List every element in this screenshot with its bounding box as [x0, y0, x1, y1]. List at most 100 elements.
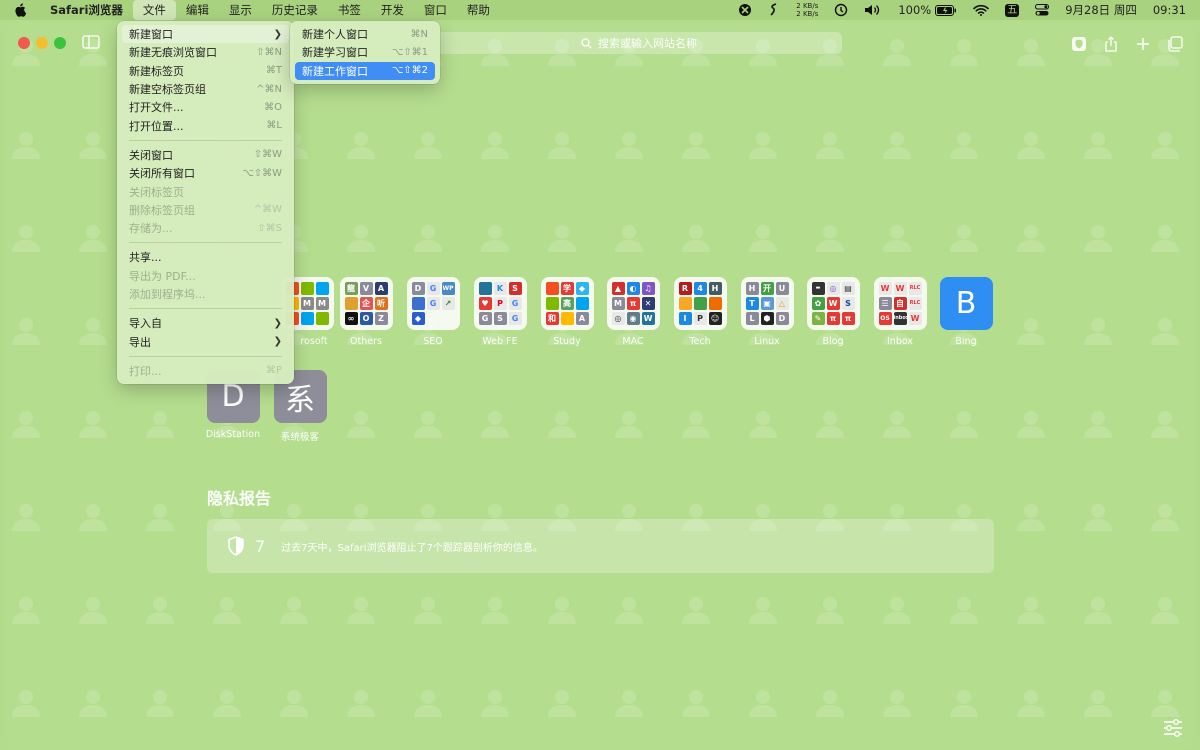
menu-item-new-tab-group[interactable]: 新建空标签页组 ^⌘N	[122, 80, 289, 98]
close-window-button[interactable]	[18, 37, 30, 49]
menu-item-label: 添加到程序坞...	[129, 288, 206, 301]
menu-shortcut: ^⌘W	[253, 204, 282, 216]
favorite-mac[interactable]: ▲ ◐ ♫ Mπ ✕ ◎ ◉ W MAC	[600, 277, 666, 347]
menu-item-share[interactable]: 共享...	[122, 248, 289, 266]
favorite-bing[interactable]: B Bing	[933, 277, 999, 347]
chevron-right-icon: ❯	[273, 317, 282, 329]
menu-bookmarks[interactable]: 书签	[328, 0, 371, 20]
menu-shortcut: ⌥⇧⌘1	[391, 46, 428, 58]
menu-item-export-pdf: 导出为 PDF...	[122, 267, 289, 285]
address-bar[interactable]: 搜索或输入网站名称	[436, 32, 842, 54]
privacy-report-card[interactable]: 7 过去7天中，Safari浏览器阻止了7个跟踪器剖析你的信息。	[207, 519, 994, 573]
favorite-tile: ▬ ◎ ▤ ✿ W S ✎ π π	[806, 277, 860, 330]
menubar-date[interactable]: 9月28日 周四	[1057, 0, 1145, 20]
favorite-linux[interactable]: H开U T ▣ △ L ⬢ D Linux	[734, 277, 800, 347]
menu-item-label: 新建无痕浏览窗口	[129, 46, 217, 60]
favorite-label: MAC	[622, 336, 644, 347]
favorite-seo[interactable]: D G WP G ↗ ◆ SEO	[400, 277, 466, 347]
favorite-web-fe[interactable]: KS ♥ P G GSG Web FE	[467, 277, 533, 347]
menu-item-label: 存储为...	[129, 222, 173, 236]
menu-item-close-window[interactable]: 关闭窗口 ⇧⌘W	[122, 146, 289, 164]
menu-shortcut: ⌥⇧⌘2	[391, 65, 428, 77]
time-machine-icon[interactable]	[826, 0, 856, 20]
battery-status[interactable]: 100%	[890, 0, 965, 20]
menu-item-open-location[interactable]: 打开位置... ⌘L	[122, 116, 289, 134]
menu-item-new-personal-window[interactable]: 新建个人窗口 ⌘N	[295, 25, 435, 43]
favorite-study[interactable]: 学 ◆ 高 和A Study	[534, 277, 600, 347]
privacy-report-title: 隐私报告	[207, 489, 272, 508]
menu-edit[interactable]: 编辑	[176, 0, 219, 20]
minimize-window-button[interactable]	[36, 37, 48, 49]
favorite-label: DiskStation	[205, 429, 261, 440]
favorite-label: Inbox	[887, 336, 913, 347]
window-controls	[18, 37, 66, 49]
menu-item-label: 新建窗口	[129, 28, 173, 42]
menu-history[interactable]: 历史记录	[262, 0, 328, 20]
favorite-label: Tech	[689, 336, 711, 347]
menu-item-close-all-windows[interactable]: 关闭所有窗口 ⌥⇧⌘W	[122, 164, 289, 182]
menu-help[interactable]: 帮助	[457, 0, 500, 20]
tab-overview-icon[interactable]	[1164, 33, 1186, 55]
customize-start-page-icon[interactable]	[1162, 719, 1184, 740]
menu-shortcut: ⌘O	[264, 101, 282, 113]
menu-item-save-as: 存储为... ⇧⌘S	[122, 219, 289, 237]
menubar-time[interactable]: 09:31	[1145, 0, 1186, 20]
menu-window[interactable]: 窗口	[414, 0, 457, 20]
menu-shortcut: ⇧⌘S	[257, 222, 282, 234]
favorite-tile: 学 ◆ 高 和A	[540, 277, 594, 330]
net-download: 2 KB/s	[796, 10, 819, 18]
menu-item-new-work-window[interactable]: 新建工作窗口 ⌥⇧⌘2	[295, 61, 435, 80]
apple-menu-icon[interactable]	[0, 0, 40, 20]
menu-item-label: 导出为 PDF...	[129, 269, 196, 283]
menu-item-label: 打开文件...	[129, 101, 184, 115]
favorite-tile: 龍VA 企听 ∞ O Z	[339, 277, 393, 330]
menu-shortcut: ⇧⌘W	[253, 149, 282, 161]
favorite-tile: R4H I P ☺	[673, 277, 727, 330]
new-tab-icon[interactable]	[1132, 33, 1154, 55]
menu-item-new-study-window[interactable]: 新建学习窗口 ⌥⇧⌘1	[295, 43, 435, 61]
menu-item-label: 关闭窗口	[129, 148, 173, 162]
favorite-label: SEO	[423, 336, 443, 347]
favorite-tile: KS ♥ P G GSG	[473, 277, 527, 330]
menu-shortcut: ⌘N	[410, 28, 428, 40]
status-app-icon[interactable]	[730, 0, 760, 20]
favorite-blog[interactable]: ▬ ◎ ▤ ✿ W S ✎ π π Blog	[800, 277, 866, 347]
chevron-right-icon: ❯	[273, 28, 282, 40]
sidebar-toggle-icon[interactable]	[82, 34, 100, 53]
menu-shortcut: ^⌘N	[256, 83, 282, 95]
network-speed[interactable]: 2 KB/s 2 KB/s	[788, 0, 826, 20]
favorite-inbox[interactable]: W W RLC ☰ 自 RLC OS inbox W Inbox	[867, 277, 933, 347]
menu-view[interactable]: 显示	[219, 0, 262, 20]
menu-file[interactable]: 文件	[132, 0, 176, 20]
menu-item-print: 打印... ⌘P	[122, 362, 289, 380]
new-window-submenu: 新建个人窗口 ⌘N 新建学习窗口 ⌥⇧⌘1 新建工作窗口 ⌥⇧⌘2	[290, 21, 440, 84]
app-menu[interactable]: Safari浏览器	[40, 0, 133, 20]
control-center-icon[interactable]	[1027, 0, 1057, 20]
menu-item-label: 新建学习窗口	[302, 46, 368, 60]
shield-icon	[228, 536, 244, 556]
favorite-tech[interactable]: R4H I P ☺ Tech	[667, 277, 733, 347]
volume-icon[interactable]	[856, 0, 890, 20]
privacy-shield-icon[interactable]	[1068, 33, 1090, 55]
status-pen-icon[interactable]	[760, 0, 788, 20]
favorite-label: Study	[553, 336, 581, 347]
search-icon	[581, 37, 592, 49]
input-method[interactable]: 五	[997, 0, 1027, 20]
zoom-window-button[interactable]	[54, 37, 66, 49]
menu-item-new-tab[interactable]: 新建标签页 ⌘T	[122, 62, 289, 80]
wifi-icon[interactable]	[965, 0, 997, 20]
menu-item-export[interactable]: 导出 ❯	[122, 332, 289, 350]
menu-item-label: 新建工作窗口	[302, 64, 368, 78]
favorite-label: Blog	[822, 336, 844, 347]
share-icon[interactable]	[1100, 33, 1122, 55]
menu-item-close-tab: 关闭标签页	[122, 182, 289, 200]
menu-item-open-file[interactable]: 打开文件... ⌘O	[122, 98, 289, 116]
favorite-letter-tile: B	[939, 277, 993, 330]
privacy-summary: 过去7天中，Safari浏览器阻止了7个跟踪器剖析你的信息。	[281, 542, 543, 554]
menu-item-new-window[interactable]: 新建窗口 ❯	[122, 25, 289, 44]
favorite-others[interactable]: 龍VA 企听 ∞ O Z Others	[333, 277, 399, 347]
menu-develop[interactable]: 开发	[371, 0, 414, 20]
menu-item-import-from[interactable]: 导入自 ❯	[122, 314, 289, 332]
menu-item-new-private-window[interactable]: 新建无痕浏览窗口 ⇧⌘N	[122, 43, 289, 61]
favorite-label: Web FE	[482, 336, 518, 347]
